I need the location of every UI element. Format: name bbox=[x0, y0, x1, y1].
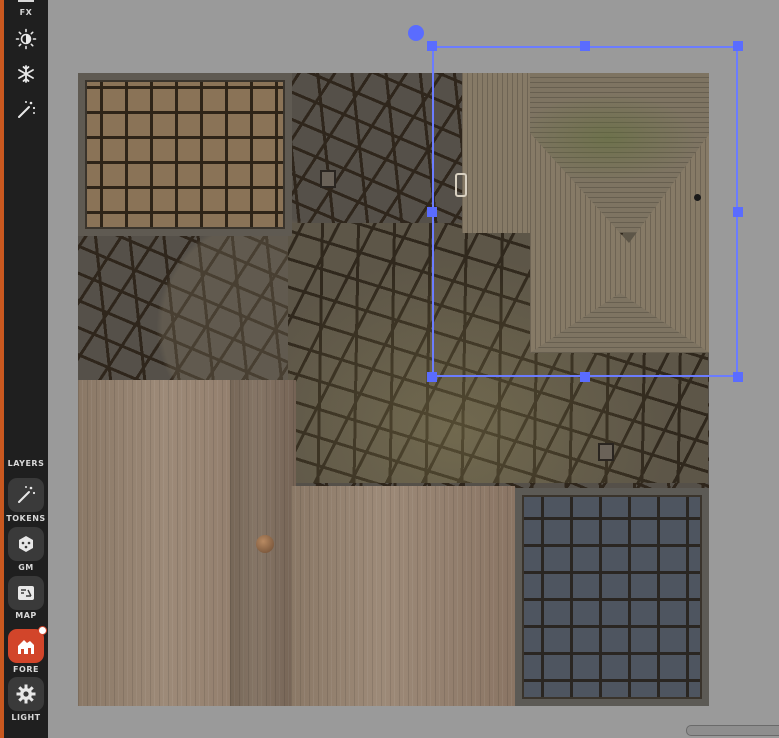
active-layer-badge bbox=[38, 626, 47, 635]
horizontal-scrollbar[interactable] bbox=[686, 725, 779, 736]
resize-handle-top[interactable] bbox=[580, 41, 590, 51]
layer-light-label: LIGHT bbox=[11, 713, 41, 722]
room-blue-floor bbox=[515, 488, 709, 706]
left-toolbar: FX LAYERS TOKENS GM MAP FORE LIGHT bbox=[4, 0, 48, 738]
layer-light-button[interactable] bbox=[8, 677, 44, 711]
stone-pillar bbox=[320, 170, 336, 188]
dice-icon bbox=[19, 536, 33, 552]
layer-tokens-button[interactable] bbox=[8, 478, 44, 512]
map-icon bbox=[18, 586, 34, 600]
magic-wand-icon[interactable] bbox=[15, 99, 37, 121]
layers-label: LAYERS bbox=[7, 459, 45, 468]
wooden-roof-center bbox=[291, 486, 515, 706]
stone-pillar bbox=[598, 443, 614, 461]
layer-gm-label: GM bbox=[18, 563, 34, 572]
snowflake-icon[interactable] bbox=[15, 63, 37, 85]
layer-fore-button[interactable] bbox=[8, 626, 47, 663]
resize-handle-top-right[interactable] bbox=[733, 41, 743, 51]
layer-map-label: MAP bbox=[15, 611, 37, 620]
layer-fore-label: FORE bbox=[13, 665, 39, 674]
resize-handle-top-left[interactable] bbox=[427, 41, 437, 51]
layer-gm-button[interactable] bbox=[8, 527, 44, 561]
gear-icon bbox=[16, 684, 36, 704]
magic-wand-icon bbox=[18, 486, 36, 503]
selection-box[interactable] bbox=[432, 46, 738, 377]
chimney-knob bbox=[256, 535, 274, 553]
sun-half-icon[interactable] bbox=[15, 28, 37, 50]
layer-map-button[interactable] bbox=[8, 576, 44, 610]
map-canvas[interactable] bbox=[48, 0, 779, 738]
resize-handle-right[interactable] bbox=[733, 207, 743, 217]
resize-handle-bottom[interactable] bbox=[580, 372, 590, 382]
resize-handle-bottom-left[interactable] bbox=[427, 372, 437, 382]
toolbar-top-divider bbox=[18, 0, 34, 2]
resize-handle-left[interactable] bbox=[427, 207, 437, 217]
layer-tokens-label: TOKENS bbox=[6, 514, 46, 523]
rotate-handle[interactable] bbox=[408, 25, 424, 41]
room-brown-floor bbox=[78, 73, 292, 236]
buildings-icon bbox=[18, 640, 34, 654]
fx-label: FX bbox=[19, 8, 33, 17]
resize-handle-bottom-right[interactable] bbox=[733, 372, 743, 382]
